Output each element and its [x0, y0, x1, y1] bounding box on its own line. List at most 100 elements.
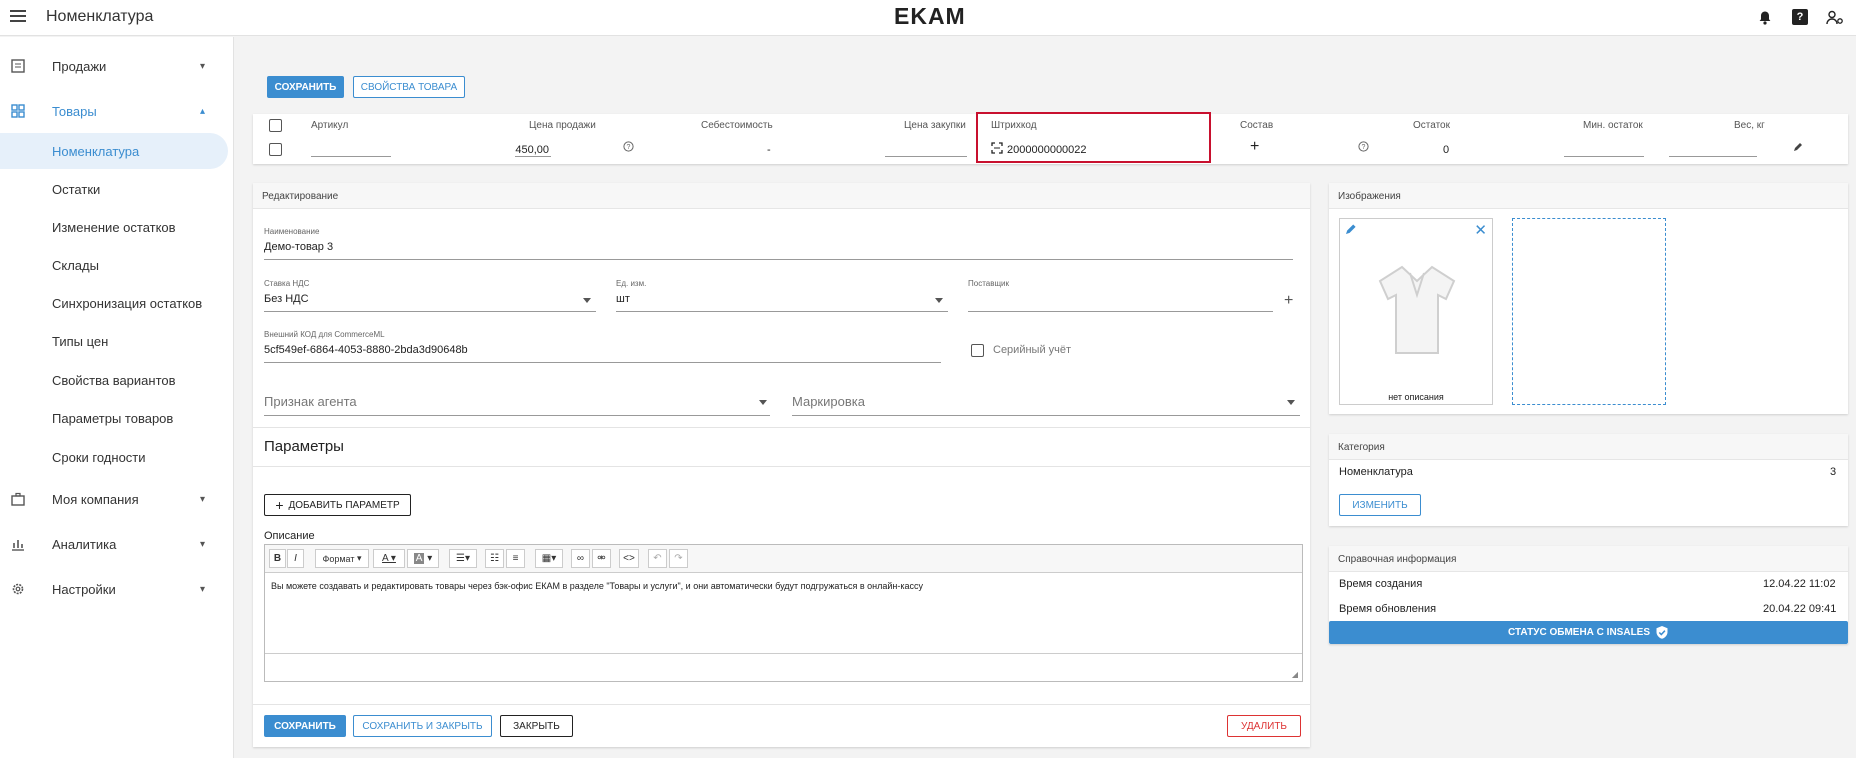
undo-icon[interactable]: ↶	[648, 549, 667, 568]
purchase-price-input[interactable]	[885, 156, 967, 157]
extcode-underline	[264, 362, 941, 363]
sidebar-subitem-stock[interactable]: Остатки	[0, 171, 228, 207]
extcode-input[interactable]: 5cf549ef-6864-4053-8880-2bda3d90648b	[264, 344, 468, 356]
card-header: Справочная информация	[1329, 546, 1848, 572]
product-properties-button[interactable]: Свойства товара	[353, 76, 465, 98]
sidebar-item-settings[interactable]: Настройки ▾	[0, 571, 232, 607]
code-icon[interactable]: <>	[619, 549, 639, 568]
divider	[253, 466, 1310, 467]
sidebar-item-goods[interactable]: Товары ▴	[0, 93, 232, 129]
sku-input[interactable]	[311, 156, 391, 157]
unit-select[interactable]: шт	[616, 293, 630, 305]
resize-handle-icon[interactable]: ◢	[1292, 670, 1298, 679]
bell-icon[interactable]	[1756, 9, 1774, 27]
text-color-icon[interactable]: A ▾	[373, 549, 405, 568]
table-icon[interactable]: ▦▾	[535, 549, 563, 568]
sidebar-item-sales[interactable]: Продажи ▾	[0, 48, 232, 84]
vat-underline	[264, 311, 596, 312]
chevron-down-icon	[935, 298, 943, 303]
chevron-down-icon: ▾	[200, 583, 206, 595]
sale-price-value[interactable]: 450,00	[513, 144, 549, 156]
italic-icon[interactable]: I	[287, 549, 304, 568]
save-button[interactable]: Сохранить	[264, 715, 346, 737]
highlight-color-icon[interactable]: A ▾	[407, 549, 439, 568]
description-editor: B I Формат ▾ A ▾ A ▾ ☰▾ ☷ ≡ ▦▾ ∞ ⚮ <> ↶ …	[264, 544, 1303, 682]
sidebar-subitem-warehouses[interactable]: Склады	[0, 247, 228, 283]
numbered-list-icon[interactable]: ≡	[506, 549, 525, 568]
row-checkbox[interactable]	[269, 143, 282, 156]
vat-select[interactable]: Без НДС	[264, 293, 309, 305]
close-button[interactable]: Закрыть	[500, 715, 573, 737]
pencil-icon[interactable]	[1792, 142, 1803, 156]
sidebar-subitem-stock-sync[interactable]: Синхронизация остатков	[0, 285, 228, 321]
save-button[interactable]: Сохранить	[267, 76, 344, 98]
divider	[253, 427, 1310, 428]
column-header: Цена закупки	[904, 120, 966, 131]
help-icon[interactable]: ?	[1792, 9, 1808, 25]
serial-checkbox[interactable]	[971, 344, 984, 357]
unlink-icon[interactable]: ⚮	[592, 549, 611, 568]
name-label: Наименование	[264, 227, 320, 236]
card-header: Изображения	[1329, 183, 1848, 209]
column-header: Остаток	[1413, 120, 1450, 131]
redo-icon[interactable]: ↷	[669, 549, 688, 568]
align-icon[interactable]: ☰▾	[449, 549, 477, 568]
sidebar-subitem-variant-props[interactable]: Свойства вариантов	[0, 362, 228, 398]
delete-button[interactable]: Удалить	[1227, 715, 1301, 737]
insales-status-button[interactable]: Статус обмена с INSALES	[1329, 621, 1848, 644]
created-label: Время создания	[1339, 578, 1423, 590]
image-upload-dropzone[interactable]	[1512, 218, 1666, 405]
description-label: Описание	[264, 530, 315, 542]
top-bar: Номенклатура EKAM ?	[0, 0, 1856, 36]
bullet-list-icon[interactable]: ☷	[485, 549, 504, 568]
min-stock-input[interactable]	[1564, 156, 1644, 157]
extcode-label: Внешний КОД для CommerceML	[264, 330, 385, 339]
save-and-close-button[interactable]: Сохранить и закрыть	[353, 715, 492, 737]
sidebar: Продажи ▾ Товары ▴ Номенклатура Остатки …	[0, 37, 234, 758]
briefcase-icon	[10, 491, 26, 507]
product-image-tile[interactable]: ✕ нет описания	[1339, 218, 1493, 405]
sidebar-item-analytics[interactable]: Аналитика ▾	[0, 526, 232, 562]
card-header: Категория	[1329, 434, 1848, 460]
sidebar-item-company[interactable]: Моя компания ▾	[0, 481, 232, 517]
sidebar-subitem-price-types[interactable]: Типы цен	[0, 323, 228, 359]
sidebar-subitem-nomenclature[interactable]: Номенклатура	[0, 133, 228, 169]
pencil-icon[interactable]	[1344, 223, 1358, 240]
logo: EKAM	[894, 3, 966, 29]
name-underline	[264, 259, 1293, 260]
vat-label: Ставка НДС	[264, 279, 310, 288]
agent-select[interactable]: Признак агента	[264, 394, 357, 409]
name-input[interactable]: Демо-товар 3	[264, 241, 333, 253]
chevron-down-icon: ▾	[200, 538, 206, 550]
grid-icon	[10, 103, 26, 119]
help-circle-icon[interactable]: ?	[623, 141, 634, 155]
close-icon[interactable]: ✕	[1474, 221, 1487, 239]
chevron-down-icon: ▾	[200, 60, 206, 72]
user-settings-icon[interactable]	[1826, 9, 1844, 27]
params-title: Параметры	[264, 438, 344, 455]
add-composition-button[interactable]: +	[1250, 138, 1259, 156]
sidebar-subitem-expiry[interactable]: Сроки годности	[0, 439, 228, 475]
select-all-checkbox[interactable]	[269, 119, 282, 132]
chevron-down-icon	[759, 400, 767, 405]
link-icon[interactable]: ∞	[571, 549, 590, 568]
add-supplier-icon[interactable]: +	[1284, 292, 1293, 310]
bold-icon[interactable]: B	[269, 549, 286, 568]
sidebar-subitem-stock-change[interactable]: Изменение остатков	[0, 209, 228, 245]
change-category-button[interactable]: Изменить	[1339, 494, 1421, 516]
updated-label: Время обновления	[1339, 603, 1437, 615]
card-header: Редактирование	[253, 183, 1310, 209]
description-text[interactable]: Вы можете создавать и редактировать това…	[271, 581, 923, 591]
help-circle-icon[interactable]: ?	[1358, 141, 1369, 155]
menu-icon[interactable]	[10, 10, 26, 24]
supplier-input[interactable]	[968, 311, 1273, 312]
shirt-placeholder-icon	[1378, 265, 1456, 354]
format-dropdown[interactable]: Формат ▾	[315, 549, 369, 568]
sidebar-subitem-product-params[interactable]: Параметры товаров	[0, 400, 228, 436]
add-parameter-button[interactable]: + Добавить параметр	[264, 494, 411, 516]
divider	[253, 704, 1310, 705]
marking-select[interactable]: Маркировка	[792, 394, 865, 409]
weight-input[interactable]	[1669, 156, 1757, 157]
marking-underline	[792, 415, 1300, 416]
sidebar-item-label: Продажи	[52, 58, 107, 74]
